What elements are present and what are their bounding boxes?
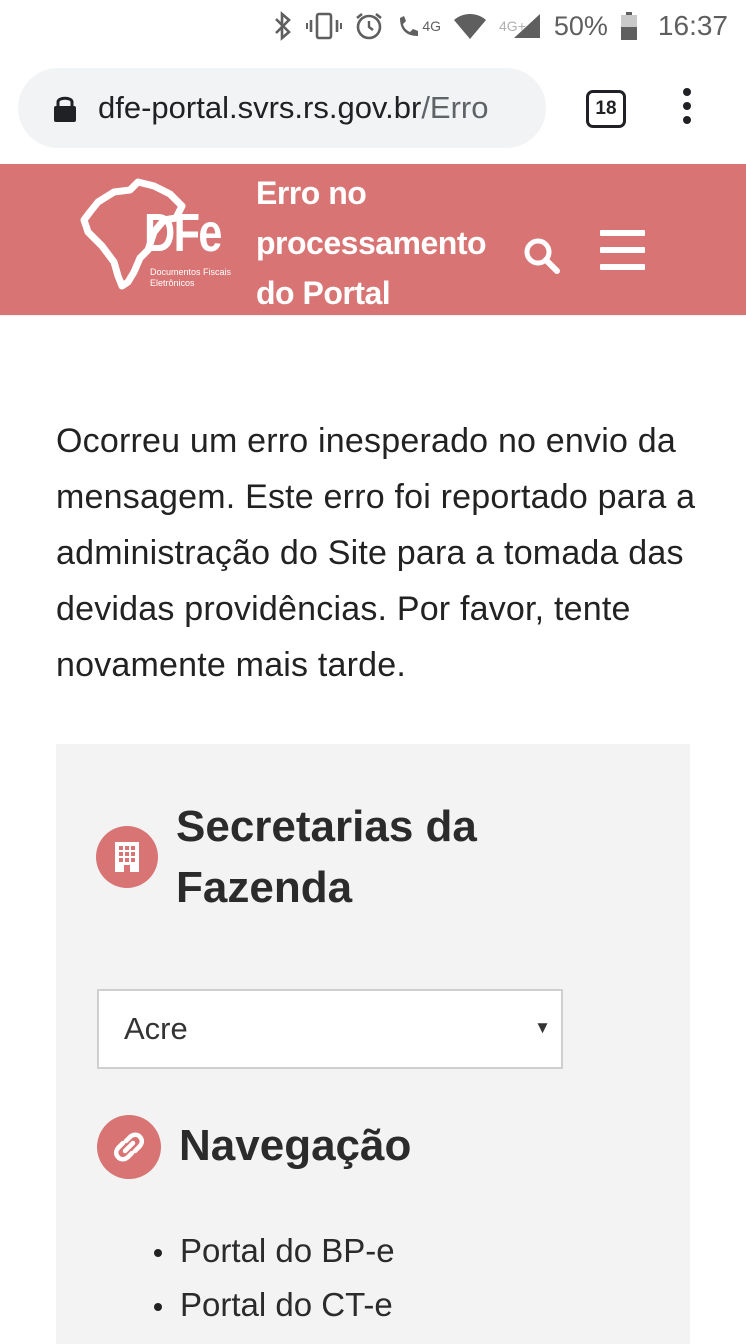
building-icon — [96, 826, 158, 888]
battery-icon — [620, 11, 638, 41]
page-title: Erro no processamento do Portal — [256, 168, 506, 318]
navegacao-heading: Navegação — [179, 1121, 412, 1170]
address-bar[interactable]: dfe-portal.svrs.rs.gov.br/Erro — [18, 68, 546, 148]
logo-subtitle-2: Eletrônicos — [150, 278, 195, 288]
lock-icon[interactable] — [52, 93, 78, 123]
state-select-value: Acre — [124, 1011, 188, 1046]
page-title-line-3: do Portal — [256, 275, 391, 311]
search-icon[interactable] — [522, 236, 562, 276]
clock-time: 16:37 — [657, 10, 728, 41]
wifi-icon — [453, 12, 487, 40]
battery-percent: 50% — [553, 10, 608, 41]
secretarias-heading: Secretarias da Fazenda — [176, 802, 477, 912]
list-item: Portal do CT-e — [152, 1278, 395, 1332]
tab-switcher-button[interactable]: 18 — [586, 90, 626, 128]
sidebar-panel: Secretarias da Fazenda Acre ▼ Navegação … — [56, 744, 690, 1344]
error-message: Ocorreu um erro inesperado no envio da m… — [56, 422, 696, 684]
page-title-line-1: Erro no — [256, 175, 367, 211]
link-icon — [97, 1115, 161, 1179]
status-bar: 4G 4G+ 50% 16:37 — [0, 0, 746, 52]
dfe-logo[interactable]: DFe Documentos Fiscais Eletrônicos — [78, 176, 232, 298]
hamburger-menu-icon[interactable] — [600, 230, 645, 270]
url-text[interactable]: dfe-portal.svrs.rs.gov.br/Erro — [98, 90, 523, 126]
state-select[interactable]: Acre ▼ — [97, 989, 563, 1069]
bluetooth-icon — [272, 11, 294, 41]
network-4g-label: 4G — [422, 18, 442, 34]
logo-subtitle-1: Documentos Fiscais — [150, 267, 232, 277]
page-title-line-2: processamento — [256, 225, 487, 261]
browser-menu-icon[interactable] — [672, 88, 702, 132]
cell-signal-icon: 4G+ — [499, 12, 542, 40]
browser-toolbar: dfe-portal.svrs.rs.gov.br/Erro 18 — [0, 52, 746, 164]
nav-link-portal-bpe[interactable]: Portal do BP-e — [180, 1232, 395, 1269]
url-host: dfe-portal.svrs.rs.gov.br — [98, 90, 422, 125]
list-item: Portal do BP-e — [152, 1224, 395, 1278]
volte-call-icon: 4G — [396, 12, 441, 40]
nav-link-portal-cte[interactable]: Portal do CT-e — [180, 1286, 393, 1323]
logo-wordmark: DFe — [144, 203, 222, 263]
vibrate-icon — [306, 11, 343, 41]
status-icons: 4G 4G+ 50% 16:37 — [272, 8, 728, 44]
navigation-list: Portal do BP-e Portal do CT-e — [152, 1224, 395, 1332]
url-path: /Erro — [421, 90, 489, 125]
chevron-down-icon: ▼ — [534, 1018, 551, 1037]
site-header: DFe Documentos Fiscais Eletrônicos Erro … — [0, 164, 746, 315]
alarm-icon — [354, 11, 384, 41]
